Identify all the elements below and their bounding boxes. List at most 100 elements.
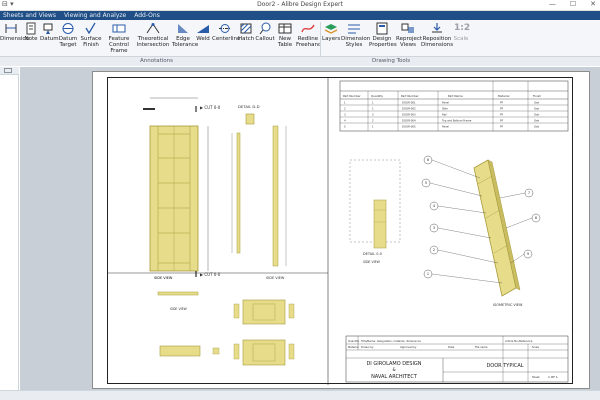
svg-text:DOOR-002: DOOR-002 [402, 107, 416, 111]
svg-text:Date: Date [448, 345, 455, 349]
dimension-button[interactable]: Dimension [0, 22, 29, 42]
group-drawing-tools: Drawing Tools [372, 58, 411, 64]
status-bar [0, 390, 600, 400]
svg-text:PF: PF [500, 101, 504, 105]
svg-text:SIDE VIEW: SIDE VIEW [154, 276, 173, 280]
svg-text:Sheet: Sheet [532, 375, 540, 379]
ribbon-group-bar: Annotations Drawing Tools [0, 56, 600, 66]
svg-text:Material: Material [498, 94, 510, 98]
pane-toggle[interactable] [4, 68, 12, 73]
svg-text:SIDE VIEW: SIDE VIEW [363, 260, 381, 264]
svg-text:PF: PF [500, 107, 504, 111]
detail-view-bottom: DETAIL 0-0 SIDE VIEW [349, 159, 401, 264]
callout-button[interactable]: Callout [255, 22, 275, 42]
dimension-styles-button[interactable]: Dimension Styles [341, 22, 370, 48]
layers-icon [324, 24, 338, 34]
reproject-views-button[interactable]: Reproject Views [396, 22, 422, 48]
feature-control-frame-button[interactable]: Feature Control Frame [104, 22, 134, 54]
window-title: Door2 - Alibre Design Expert [257, 1, 343, 8]
scale-button[interactable]: 1:2 Scale [452, 22, 471, 42]
front-view: SIDE VIEW [143, 97, 209, 280]
drawing-title: DOOR TYPICAL [486, 363, 523, 369]
title-block: Quantity Title/Name, designation, materi… [345, 335, 569, 383]
group-annotations: Annotations [140, 58, 174, 64]
svg-text:SIDE VIEW: SIDE VIEW [170, 307, 188, 311]
section-view-a [242, 299, 286, 325]
svg-text:Oak: Oak [534, 113, 540, 117]
bom-table: Part Number Quantity Part Number Part Na… [339, 80, 569, 132]
hatch-button[interactable]: Hatch [238, 22, 254, 42]
datum-target-icon [62, 23, 74, 34]
maximize-button[interactable]: ☐ [570, 0, 576, 8]
svg-text:Scale: Scale [532, 345, 539, 349]
svg-text:Quantity: Quantity [348, 339, 360, 343]
layers-button[interactable]: Layers [322, 22, 340, 42]
new-table-icon [278, 23, 292, 34]
datum-button[interactable]: Datum [40, 22, 59, 42]
hatch-icon [240, 23, 252, 34]
company-name-2: NAVAL ARCHITECT [371, 374, 418, 380]
plan-strip-view [157, 291, 199, 296]
section-view-c [242, 339, 286, 366]
redline-freehand-button[interactable]: Redline Freehand [296, 22, 322, 48]
weld-button[interactable]: Weld [196, 22, 210, 42]
datum-icon [43, 23, 53, 34]
reposition-dimensions-button[interactable]: Reposition Dimensions [421, 22, 453, 48]
drawing-workspace[interactable]: SIDE VIEW ▶ CUT 0-0 ▶ CUT 0-0 DETAIL D-D… [20, 67, 600, 390]
reposition-dimensions-icon [432, 23, 442, 33]
tab-viewing-and-analyze[interactable]: Viewing and Analyze [64, 12, 126, 19]
svg-text:Panel: Panel [442, 125, 449, 129]
edge-tolerance-icon [178, 24, 188, 33]
title-bar: ⊟ ▾ Door2 - Alibre Design Expert — ☐ ✕ [0, 0, 600, 11]
svg-text:Drawn by: Drawn by [361, 345, 374, 349]
svg-text:Panel: Panel [442, 101, 449, 105]
svg-text:Oak: Oak [534, 101, 540, 105]
svg-text:Material: Material [348, 345, 359, 349]
balloon-label: 9 [527, 252, 529, 256]
balloon-label: 2 [433, 248, 435, 252]
svg-text:ISOMETRIC VIEW: ISOMETRIC VIEW [493, 303, 523, 307]
tab-add-ons[interactable]: Add-Ons [134, 12, 160, 19]
surface-finish-button[interactable]: Surface Finish [80, 22, 102, 48]
svg-text:PF: PF [500, 113, 504, 117]
datum-target-button[interactable]: Datum Target [58, 22, 78, 48]
ribbon-tabs: Sheets and Views Viewing and Analyze Add… [0, 11, 600, 20]
svg-text:Oak: Oak [534, 119, 540, 123]
drawing-border: SIDE VIEW ▶ CUT 0-0 ▶ CUT 0-0 DETAIL D-D… [107, 77, 573, 385]
svg-text:PF: PF [500, 125, 504, 129]
svg-text:Rail: Rail [442, 113, 447, 117]
svg-text:PF: PF [500, 119, 504, 123]
balloon-label: 8 [535, 216, 537, 220]
svg-text:Finish: Finish [533, 94, 541, 98]
svg-text:Title/Name, designation, mater: Title/Name, designation, material, dimen… [361, 339, 421, 343]
edge-tolerance-button[interactable]: Edge Tolerance [172, 22, 198, 48]
explorer-pane[interactable] [0, 67, 19, 390]
balloon-label: 5 [425, 181, 427, 185]
svg-text:Part Name: Part Name [448, 94, 463, 98]
surface-finish-icon [85, 22, 96, 35]
centerline-button[interactable]: Centerline [212, 22, 240, 42]
side-view-caption: SIDE VIEW [266, 276, 285, 280]
new-table-button[interactable]: New Table [276, 22, 294, 48]
balloon-label: 1 [427, 272, 429, 276]
centerline-icon [219, 24, 231, 33]
detail-label-top: DETAIL D-D [238, 104, 260, 109]
close-button[interactable]: ✕ [590, 0, 596, 8]
theoretical-intersection-button[interactable]: Theoretical Intersection [136, 22, 170, 48]
svg-text:Oak: Oak [534, 107, 540, 111]
cut-label-bottom: ▶ CUT 0-0 [200, 272, 221, 277]
note-button[interactable]: Note [24, 22, 38, 42]
note-icon [26, 22, 36, 35]
drawing-sheet[interactable]: SIDE VIEW ▶ CUT 0-0 ▶ CUT 0-0 DETAIL D-D… [92, 71, 590, 389]
tab-sheets-and-views[interactable]: Sheets and Views [3, 12, 56, 19]
drawing-canvas: SIDE VIEW ▶ CUT 0-0 ▶ CUT 0-0 DETAIL D-D… [108, 78, 569, 385]
design-properties-button[interactable]: Design Properties [369, 22, 397, 48]
svg-text:DOOR-005: DOOR-005 [402, 125, 416, 129]
weld-icon [197, 25, 209, 33]
svg-text:Top and Bottom Frame: Top and Bottom Frame [442, 119, 472, 123]
company-amp: & [392, 367, 395, 372]
minimize-button[interactable]: — [549, 0, 556, 8]
dimension-icon [5, 24, 17, 33]
pane-header [0, 67, 19, 75]
svg-text:Quantity: Quantity [371, 94, 383, 98]
